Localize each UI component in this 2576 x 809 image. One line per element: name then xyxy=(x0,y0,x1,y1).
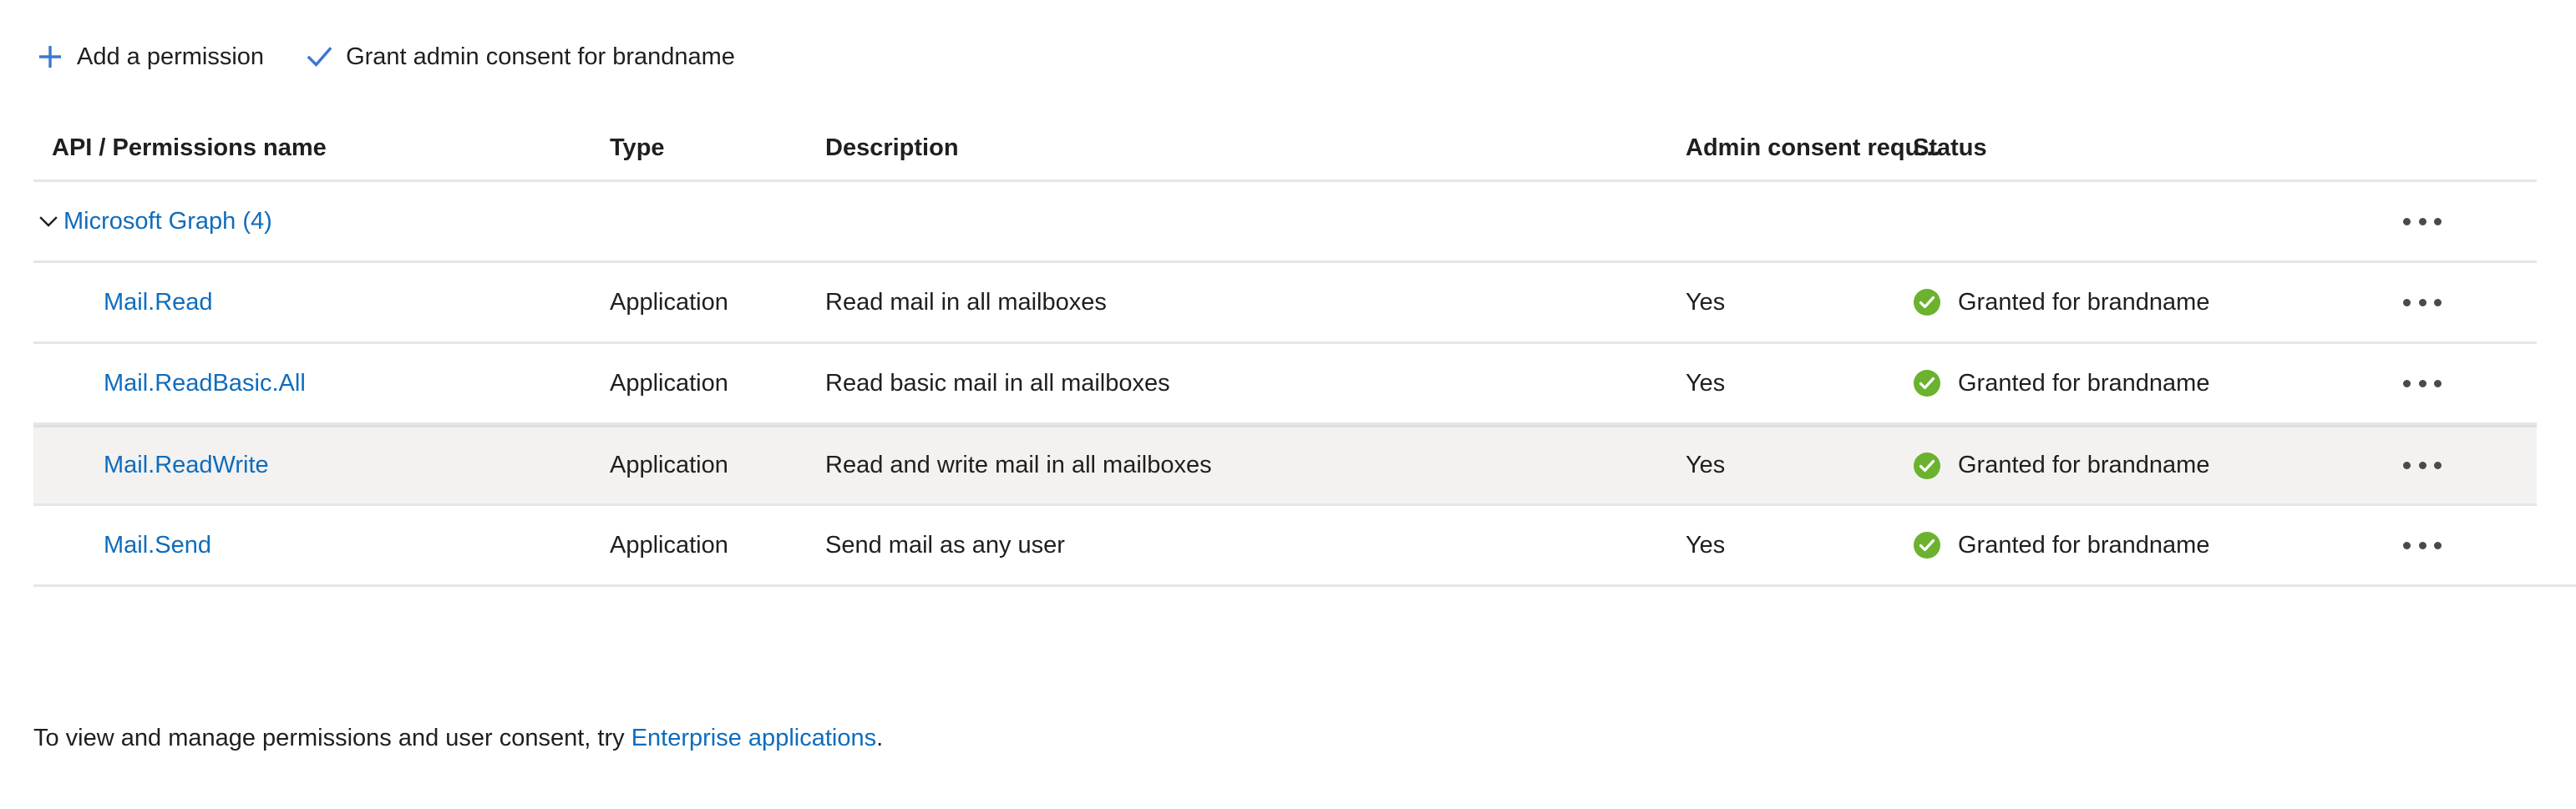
table-row[interactable]: Mail.ReadBasic.All Application Read basi… xyxy=(33,344,2537,425)
footer-text-before: To view and manage permissions and user … xyxy=(33,725,631,751)
plus-icon xyxy=(33,40,67,73)
permission-name-cell: Mail.Send xyxy=(33,532,610,559)
ellipsis-icon[interactable] xyxy=(2403,286,2442,319)
column-header-description[interactable]: Description xyxy=(825,134,1686,162)
permission-name-cell: Mail.ReadWrite xyxy=(33,452,610,479)
permission-menu-cell xyxy=(2389,449,2537,483)
table-row[interactable]: Mail.Read Application Read mail in all m… xyxy=(33,263,2537,344)
permission-admin-consent-cell: Yes xyxy=(1686,369,1726,397)
app-permissions-panel: Add a permission Grant admin consent for… xyxy=(0,0,2576,809)
permission-menu-cell xyxy=(2389,528,2576,562)
grant-admin-consent-button[interactable]: Grant admin consent for brandname xyxy=(302,33,743,80)
table-row[interactable]: Mail.Send Application Send mail as any u… xyxy=(33,506,2576,587)
permission-description-cell: Read and write mail in all mailboxes xyxy=(825,452,1212,478)
permission-name-link[interactable]: Mail.ReadBasic.All xyxy=(52,370,306,397)
permission-menu-cell xyxy=(2389,367,2537,400)
permission-admin-consent-cell: Yes xyxy=(1686,531,1726,559)
status-label: Granted for brandname xyxy=(1958,531,2210,559)
permission-status-cell: Granted for brandname xyxy=(1913,288,2389,316)
permission-status-cell: Granted for brandname xyxy=(1913,531,2389,559)
permission-description-cell: Read mail in all mailboxes xyxy=(825,288,1107,316)
ellipsis-icon[interactable] xyxy=(2403,367,2442,400)
permission-type-cell: Application xyxy=(610,452,728,478)
check-circle-icon xyxy=(1913,288,1941,316)
column-header-type[interactable]: Type xyxy=(610,134,825,162)
checkmark-icon xyxy=(302,40,336,73)
table-header-row: API / Permissions name Type Description … xyxy=(33,117,2537,182)
ellipsis-icon[interactable] xyxy=(2403,528,2442,562)
check-circle-icon xyxy=(1913,369,1941,397)
column-header-admin-consent[interactable]: Admin consent requ... xyxy=(1686,134,1940,162)
permission-type-cell: Application xyxy=(610,288,728,316)
permission-type-cell: Application xyxy=(610,369,728,397)
permissions-table: API / Permissions name Type Description … xyxy=(33,117,2576,587)
permission-name-cell: Mail.Read xyxy=(33,289,610,316)
check-circle-icon xyxy=(1913,531,1941,559)
permission-description-cell: Read basic mail in all mailboxes xyxy=(825,369,1170,397)
api-group-label[interactable]: Microsoft Graph (4) xyxy=(63,208,272,235)
ellipsis-icon[interactable] xyxy=(2403,449,2442,483)
permission-menu-cell xyxy=(2389,286,2537,319)
command-bar: Add a permission Grant admin consent for… xyxy=(33,33,743,80)
permission-admin-consent-cell: Yes xyxy=(1686,288,1726,316)
permission-type-cell: Application xyxy=(610,531,728,559)
permission-description-cell: Send mail as any user xyxy=(825,531,1065,559)
footer-text-after: . xyxy=(876,725,884,751)
footer-note: To view and manage permissions and user … xyxy=(33,725,883,752)
grant-admin-consent-label: Grant admin consent for brandname xyxy=(346,43,735,70)
ellipsis-icon[interactable] xyxy=(2403,205,2442,238)
api-group-row-microsoft-graph: Microsoft Graph (4) xyxy=(33,182,2537,263)
permission-status-cell: Granted for brandname xyxy=(1913,452,2389,480)
permission-name-link[interactable]: Mail.ReadWrite xyxy=(52,452,269,478)
api-group-menu-cell xyxy=(2389,205,2537,238)
permission-status-cell: Granted for brandname xyxy=(1913,369,2389,397)
status-label: Granted for brandname xyxy=(1958,452,2210,478)
add-permission-label: Add a permission xyxy=(77,43,265,70)
status-label: Granted for brandname xyxy=(1958,288,2210,316)
permission-name-link[interactable]: Mail.Send xyxy=(52,532,211,559)
column-header-status[interactable]: Status xyxy=(1913,134,2389,162)
api-group-cell: Microsoft Graph (4) xyxy=(33,206,610,236)
enterprise-applications-link[interactable]: Enterprise applications xyxy=(631,725,876,751)
chevron-down-icon[interactable] xyxy=(33,206,63,236)
status-label: Granted for brandname xyxy=(1958,369,2210,397)
permission-admin-consent-cell: Yes xyxy=(1686,452,1726,478)
table-row[interactable]: Mail.ReadWrite Application Read and writ… xyxy=(33,425,2537,506)
permission-name-link[interactable]: Mail.Read xyxy=(52,289,213,316)
add-permission-button[interactable]: Add a permission xyxy=(33,33,272,80)
column-header-name[interactable]: API / Permissions name xyxy=(33,134,610,162)
check-circle-icon xyxy=(1913,452,1941,480)
permission-name-cell: Mail.ReadBasic.All xyxy=(33,370,610,397)
